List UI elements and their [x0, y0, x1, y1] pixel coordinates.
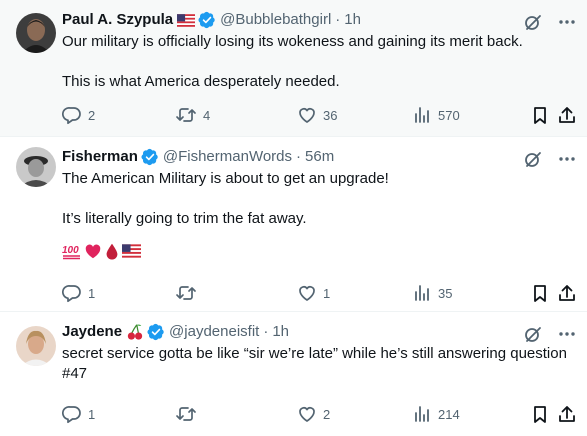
more-icon[interactable] — [557, 149, 577, 174]
grok-icon[interactable] — [523, 324, 543, 349]
reply-icon — [62, 404, 82, 424]
reply-icon — [62, 105, 82, 125]
views-icon — [412, 404, 432, 424]
action-bar: 2 4 36 570 — [62, 105, 577, 125]
avatar[interactable] — [16, 326, 56, 366]
reply-count: 1 — [88, 406, 96, 422]
hundred-emoji-icon: 100 — [62, 242, 82, 265]
tweet-header: Fisherman @FishermanWords · 56m — [62, 137, 571, 167]
avatar[interactable] — [16, 13, 56, 53]
timestamp[interactable]: 1h — [272, 322, 289, 342]
retweet-count: 4 — [203, 107, 211, 123]
verified-icon[interactable] — [198, 11, 216, 29]
views-count: 214 — [438, 406, 460, 422]
action-bar: 1 1 35 — [62, 283, 577, 303]
separator-dot: · — [263, 323, 269, 340]
emoji-row: 100 — [62, 243, 571, 263]
reply-count: 1 — [88, 285, 96, 301]
author-name[interactable]: Jaydene — [62, 322, 122, 342]
reply-icon — [62, 283, 82, 303]
timestamp[interactable]: 1h — [344, 10, 361, 30]
bookmark-button[interactable] — [530, 404, 550, 424]
like-count: 36 — [323, 107, 338, 123]
separator-dot: · — [335, 11, 341, 28]
author-handle[interactable]: @FishermanWords — [163, 147, 292, 167]
share-icon — [557, 105, 577, 125]
heart-icon — [297, 404, 317, 424]
tweet-header: Jaydene @jaydeneisfit · 1h — [62, 312, 571, 342]
tweet[interactable]: Fisherman @FishermanWords · 56m The Amer… — [0, 137, 587, 312]
tweet[interactable]: Paul A. Szypula @Bubblebathgirl · 1h Our… — [0, 0, 587, 137]
grok-icon[interactable] — [523, 149, 543, 174]
red-heart-icon — [84, 242, 102, 265]
like-count: 1 — [323, 285, 331, 301]
grok-icon[interactable] — [523, 12, 543, 37]
retweet-icon — [175, 105, 197, 125]
heart-icon — [297, 283, 317, 303]
more-icon[interactable] — [557, 12, 577, 37]
views-count: 570 — [438, 107, 460, 123]
views-button[interactable]: 570 — [412, 105, 460, 125]
us-flag-icon — [177, 14, 195, 27]
reply-button[interactable]: 1 — [62, 404, 95, 424]
author-handle[interactable]: @Bubblebathgirl — [220, 10, 331, 30]
retweet-icon — [175, 283, 197, 303]
tweet-text: secret service gotta be like “sir we’re … — [62, 345, 572, 382]
retweet-icon — [175, 404, 197, 424]
author-handle[interactable]: @jaydeneisfit — [169, 322, 259, 342]
reply-button[interactable]: 1 — [62, 283, 95, 303]
bookmark-icon — [530, 404, 550, 424]
reply-count: 2 — [88, 107, 96, 123]
tweet-text: The American Military is about to get an… — [62, 170, 389, 227]
cherries-icon — [126, 323, 144, 341]
author-name[interactable]: Paul A. Szypula — [62, 10, 173, 30]
views-icon — [412, 105, 432, 125]
views-icon — [412, 283, 432, 303]
bookmark-icon — [530, 283, 550, 303]
views-button[interactable]: 35 — [412, 283, 452, 303]
share-icon — [557, 404, 577, 424]
retweet-button[interactable] — [175, 404, 203, 424]
drop-of-blood-icon — [104, 242, 120, 265]
more-icon[interactable] — [557, 324, 577, 349]
heart-icon — [297, 105, 317, 125]
share-button[interactable] — [557, 283, 577, 303]
share-button[interactable] — [557, 404, 577, 424]
author-name[interactable]: Fisherman — [62, 147, 138, 167]
us-flag-icon — [122, 244, 141, 263]
verified-icon[interactable] — [141, 148, 159, 166]
bookmark-button[interactable] — [530, 105, 550, 125]
share-button[interactable] — [557, 105, 577, 125]
like-button[interactable]: 1 — [297, 283, 330, 303]
separator-dot: · — [296, 148, 302, 165]
tweet-header: Paul A. Szypula @Bubblebathgirl · 1h — [62, 0, 571, 30]
action-bar: 1 2 214 — [62, 404, 577, 424]
reply-button[interactable]: 2 — [62, 105, 95, 125]
like-button[interactable]: 2 — [297, 404, 330, 424]
svg-text:100: 100 — [62, 245, 79, 256]
timestamp[interactable]: 56m — [305, 147, 334, 167]
bookmark-icon — [530, 105, 550, 125]
retweet-button[interactable] — [175, 283, 203, 303]
tweet-text: Our military is officially losing its wo… — [62, 33, 523, 90]
tweet[interactable]: Jaydene @jaydeneisfit · 1h secret servic… — [0, 312, 587, 436]
like-button[interactable]: 36 — [297, 105, 337, 125]
bookmark-button[interactable] — [530, 283, 550, 303]
share-icon — [557, 283, 577, 303]
like-count: 2 — [323, 406, 331, 422]
views-button[interactable]: 214 — [412, 404, 460, 424]
verified-icon[interactable] — [147, 323, 165, 341]
retweet-button[interactable]: 4 — [175, 105, 210, 125]
avatar[interactable] — [16, 147, 56, 187]
views-count: 35 — [438, 285, 453, 301]
